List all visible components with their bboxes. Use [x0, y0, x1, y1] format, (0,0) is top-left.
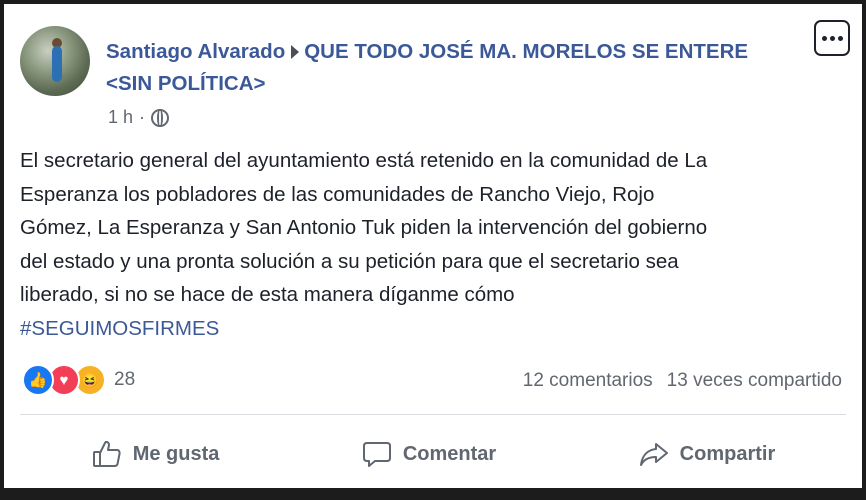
avatar-figure-body: [52, 46, 62, 82]
actions-divider: [20, 414, 846, 415]
like-reaction-icon: 👍: [22, 364, 54, 396]
reaction-count[interactable]: 28: [114, 369, 135, 391]
share-button[interactable]: Compartir: [638, 438, 776, 470]
author-name-link[interactable]: Santiago Alvarado: [106, 40, 285, 63]
post-header: Santiago Alvarado QUE TODO JOSÉ MA. MOREL…: [106, 36, 796, 100]
more-options-button[interactable]: [814, 20, 850, 56]
action-bar: Me gusta Comentar Compartir: [20, 428, 846, 480]
more-options-icon: [821, 35, 827, 41]
post-card: Santiago Alvarado QUE TODO JOSÉ MA. MOREL…: [4, 4, 862, 488]
comment-button[interactable]: Comentar: [361, 438, 496, 470]
comments-count-link[interactable]: 12 comentarios: [523, 370, 653, 392]
post-body: El secretario general del ayuntamiento e…: [20, 144, 850, 345]
comment-icon: [362, 442, 391, 467]
hashtag-link[interactable]: #SEGUIMOSFIRMES: [20, 312, 850, 346]
like-button-label: Me gusta: [132, 442, 220, 465]
more-options-dot: [829, 35, 835, 41]
globe-icon[interactable]: [151, 108, 170, 127]
share-icon: [639, 443, 668, 466]
post-meta: 1 h ·: [108, 107, 170, 128]
post-text-line: El secretario general del ayuntamiento e…: [20, 149, 708, 172]
meta-separator: ·: [139, 107, 146, 127]
post-text-line: Esperanza los pobladores de las comunida…: [20, 182, 655, 206]
post-text-line: Gómez, La Esperanza y San Antonio Tuk pi…: [20, 216, 708, 239]
author-avatar[interactable]: [20, 26, 90, 96]
post-text-line: liberado, si no se hace de esta manera d…: [20, 283, 515, 306]
arrow-right-icon: [291, 44, 300, 59]
more-options-dot: [837, 35, 843, 41]
reactions-summary[interactable]: 👍 ♥ 😆 28: [22, 364, 135, 396]
like-button[interactable]: Me gusta: [91, 438, 220, 470]
comment-button-label: Comentar: [402, 442, 497, 465]
shares-count-link[interactable]: 13 veces compartido: [667, 370, 842, 392]
like-icon: [92, 440, 121, 467]
share-button-label: Compartir: [679, 442, 776, 465]
post-timestamp[interactable]: 1 h: [108, 107, 133, 128]
post-text-line: del estado y una pronta solución a su pe…: [20, 249, 679, 273]
engagement-stats: 12 comentarios 13 veces compartido: [523, 370, 842, 392]
